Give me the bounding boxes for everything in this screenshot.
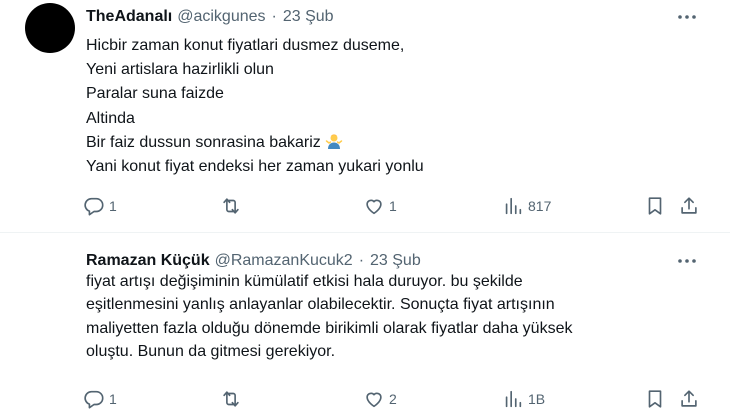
like-button[interactable]: 1	[363, 191, 397, 221]
views-count: 1B	[528, 391, 546, 407]
tweet-header: Ramazan Küçük @RamazanKucuk2 · 23 Şub	[86, 250, 421, 272]
reply-button[interactable]: 1	[83, 384, 117, 414]
tweet-text-line: Paralar suna faizde	[86, 85, 224, 103]
tweet-text-line: maliyetten fazla olduğu dönemde birikiml…	[86, 319, 573, 337]
heart-icon	[366, 199, 382, 215]
tweet-text-line: oluştu. Bunun da gitmesi gerekiyor.	[86, 343, 336, 361]
share-button[interactable]	[678, 191, 700, 221]
like-count: 2	[389, 391, 397, 407]
views-button[interactable]: 1B	[502, 384, 545, 414]
reply-icon	[84, 197, 104, 216]
share-icon	[681, 197, 697, 214]
tweet-actions: 1 2 1B	[80, 384, 710, 414]
author-name[interactable]: Ramazan Küçük	[86, 252, 210, 270]
author-handle[interactable]: @RamazanKucuk2	[215, 252, 353, 270]
more-options-icon[interactable]	[676, 250, 698, 272]
views-count: 817	[528, 198, 552, 214]
tweet-text-line: Hicbir zaman konut fiyatlari dusmez duse…	[86, 37, 405, 54]
bookmark-button[interactable]	[644, 384, 666, 414]
bookmark-icon	[648, 390, 662, 408]
retweet-button[interactable]	[220, 191, 246, 221]
like-count: 1	[389, 198, 397, 214]
tweet-text-line: Yani konut fiyat endeksi her zaman yukar…	[86, 158, 424, 176]
tweet-1[interactable]: TheAdanalı @acikgunes · 23 Şub Hicbir za…	[0, 0, 730, 233]
separator-dot: ·	[271, 8, 277, 25]
tweet-text: fiyat artışı değişiminin kümülatif etkis…	[86, 270, 572, 364]
tweet-timestamp[interactable]: 23 Şub	[370, 252, 421, 270]
retweet-icon	[223, 391, 239, 407]
tweet-text-line: Altinda	[86, 109, 135, 127]
tweet-timestamp[interactable]: 23 Şub	[283, 8, 334, 26]
tweet-text-line: fiyat artışı değişiminin kümülatif etkis…	[86, 273, 523, 290]
bookmark-button[interactable]	[644, 191, 666, 221]
author-handle[interactable]: @acikgunes	[177, 8, 265, 26]
share-icon	[681, 390, 697, 407]
author-name[interactable]: TheAdanalı	[86, 8, 172, 26]
tweet-text: Hicbir zaman konut fiyatlari dusmez duse…	[86, 34, 424, 179]
bookmark-icon	[648, 197, 662, 215]
views-button[interactable]: 817	[502, 191, 551, 221]
share-button[interactable]	[678, 384, 700, 414]
retweet-button[interactable]	[220, 384, 246, 414]
tweet-text-line-content: Bir faiz dussun sonrasina bakariz	[86, 133, 321, 151]
views-bar-chart-icon	[505, 197, 522, 215]
reply-count: 1	[109, 391, 117, 407]
reply-icon	[84, 390, 104, 409]
tweet-text-line: eşitlenmesini yanlış anlayanlar olabilec…	[86, 296, 555, 314]
like-button[interactable]: 2	[363, 384, 397, 414]
separator-dot: ·	[358, 252, 365, 269]
tweet-header: TheAdanalı @acikgunes · 23 Şub	[86, 6, 334, 28]
tweet-text-line: Bir faiz dussun sonrasina bakariz	[86, 131, 424, 155]
avatar[interactable]	[25, 3, 75, 53]
tweet-actions: 1 1 817	[80, 191, 710, 221]
tweet-2[interactable]: Ramazan Küçük @RamazanKucuk2 · 23 Şub fi…	[0, 234, 730, 420]
views-bar-chart-icon	[505, 390, 522, 408]
more-options-icon[interactable]	[676, 6, 698, 28]
tweet-text-line: Yeni artislara hazirlikli olun	[86, 61, 274, 79]
person-shrugging-icon	[325, 134, 343, 149]
reply-button[interactable]: 1	[83, 191, 117, 221]
reply-count: 1	[109, 198, 117, 214]
heart-icon	[366, 392, 382, 408]
retweet-icon	[223, 198, 239, 214]
